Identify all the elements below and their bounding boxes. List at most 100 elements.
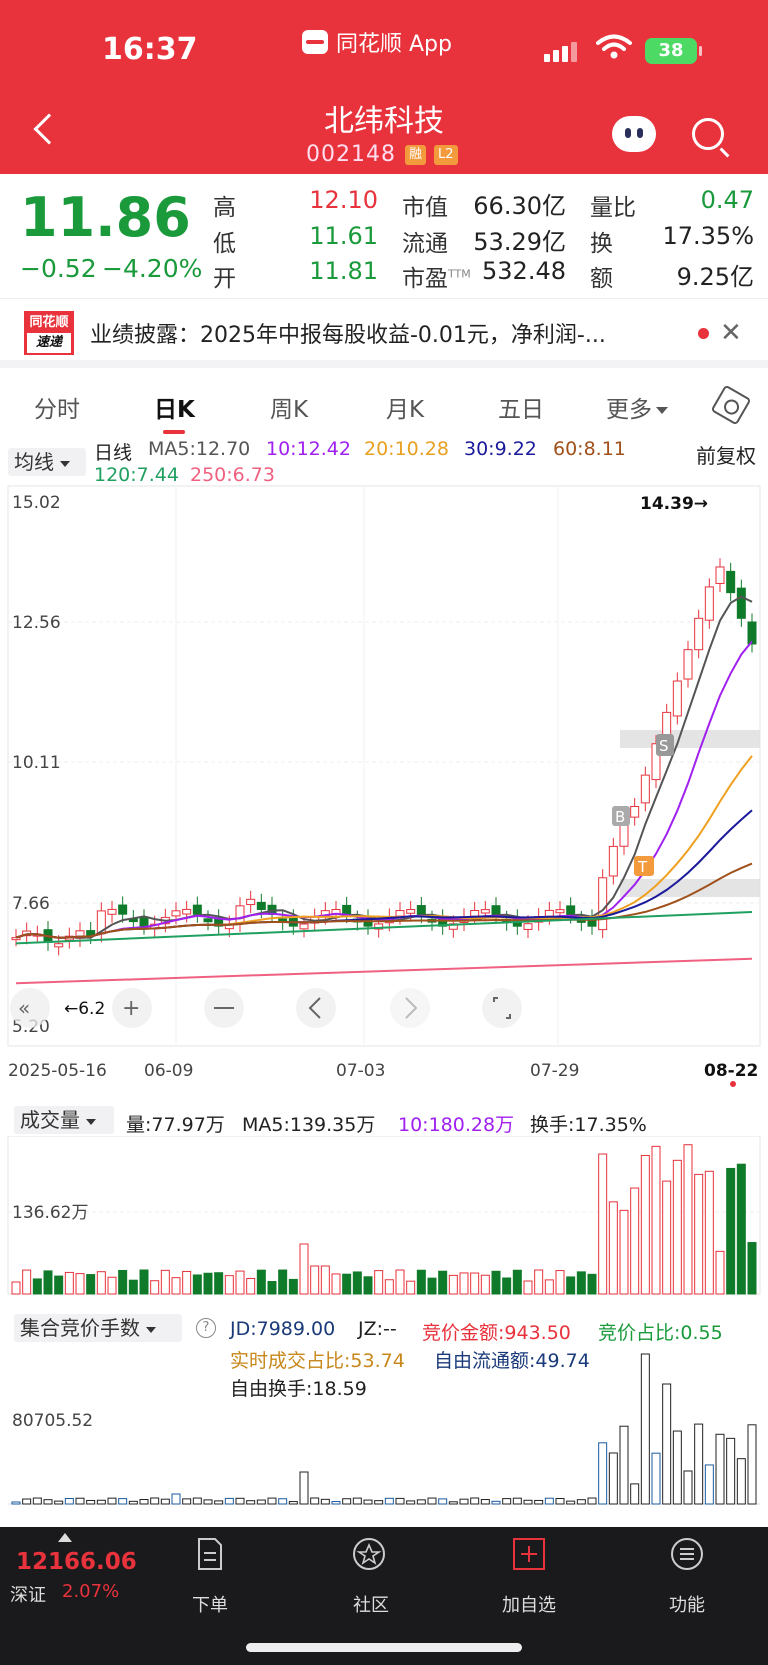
auction-bar [427,1497,437,1505]
ma60-label: 60:8.11 [553,438,626,460]
y-tick: 15.02 [12,493,61,513]
auction-bar [171,1493,181,1505]
volume-bar [726,1167,736,1295]
open-label: 开 [213,266,236,292]
volume-bar [214,1272,224,1295]
volume-bar [523,1280,533,1295]
app-logo-icon [302,30,328,54]
candle [192,904,202,915]
volume-bar [587,1273,597,1295]
candle [480,909,490,914]
tab-more[interactable]: 更多 [606,390,668,424]
add-watchlist-button[interactable]: 加自选 [474,1591,584,1617]
tab-monthly-k[interactable]: 月K [386,390,424,424]
auction-bar [491,1500,501,1505]
candle [683,649,693,680]
fullscreen-icon[interactable] [482,988,522,1028]
x-tick: 08-22 [704,1061,758,1081]
volume-select[interactable]: 成交量 [14,1106,114,1134]
volume-bar [630,1187,640,1295]
volume-turnover: 换手:17.35% [530,1114,647,1136]
price-change: −0.52 [20,254,97,283]
kline-chart[interactable]: 15.02 12.56 10.11 7.66 5.20 14.39→ ←6.2 … [0,484,768,1104]
order-button[interactable]: 下单 [155,1591,265,1617]
community-button[interactable]: 社区 [316,1591,426,1617]
volume-bar [427,1277,437,1295]
close-icon[interactable]: ✕ [720,318,742,348]
auction-bar [150,1497,160,1505]
candle [107,908,117,915]
tab-timeshare[interactable]: 分时 [34,390,80,424]
signal-icon [544,42,577,62]
auction-bar [694,1423,704,1505]
period-tabs: 分时 日K 周K 月K 五日 更多 [0,376,768,440]
scroll-left-icon[interactable] [296,988,336,1028]
help-icon[interactable]: ? [196,1318,216,1338]
add-watchlist-icon[interactable] [512,1537,546,1571]
auction-select[interactable]: 集合竞价手数 [14,1314,182,1342]
auction-bar [672,1430,682,1505]
news-ticker[interactable]: 同花顺 速递 业绩披露：2025年中报每股收益-0.01元，净利润-... [0,298,768,368]
news-text[interactable]: 业绩披露：2025年中报每股收益-0.01元，净利润-... [90,317,688,349]
auction-bar [11,1501,21,1505]
y-tick: 80705.52 [12,1411,93,1431]
community-icon[interactable] [352,1537,386,1571]
tab-weekly-k[interactable]: 周K [270,390,308,424]
auction-bar [630,1483,640,1505]
volume-ma5: MA5:139.35万 [242,1114,376,1136]
candle [736,587,746,619]
high-price-mark: 14.39→ [640,494,708,514]
adjust-select[interactable]: 前复权 [696,440,756,469]
volume-bar [160,1269,170,1295]
volume-chart[interactable]: 136.62万 [0,1136,768,1296]
indicator-select[interactable]: 均线 [8,448,86,476]
volratio-label: 量比 [590,195,636,221]
index-value[interactable]: 12166.06 [16,1549,137,1575]
candle [395,910,405,917]
candle [630,805,640,818]
menu-icon[interactable] [670,1537,704,1571]
candle [566,905,576,916]
candle [342,904,352,916]
svg-text:+: + [122,996,140,1021]
auction-bar [43,1499,53,1505]
home-indicator [246,1643,522,1652]
tab-daily-k[interactable]: 日K [154,390,195,424]
candle [406,909,416,914]
search-icon[interactable] [692,118,724,150]
candle [715,566,725,584]
mktcap-value: 66.30亿 [473,192,566,220]
auction-bar [502,1498,512,1505]
volume-bar [715,1250,725,1295]
order-icon[interactable] [193,1537,227,1571]
volume-bar [608,1201,618,1295]
quote-panel: 11.86 −0.52 −4.20% 高 低 开 12.10 11.61 11.… [0,174,768,298]
volume-bar [86,1274,96,1295]
candle [246,898,256,906]
auction-jd: JD:7989.00 [230,1318,336,1340]
volume-bar [416,1269,426,1295]
tab-five-day[interactable]: 五日 [498,390,544,424]
auction-bar [342,1498,352,1505]
candle [235,905,245,924]
auction-bar [470,1497,480,1505]
volume-bar [694,1173,704,1295]
assistant-robot-icon[interactable] [612,116,656,152]
x-tick: 07-03 [336,1061,385,1081]
auction-chart[interactable]: 80705.52 [0,1340,768,1506]
auction-bar [704,1464,714,1505]
candle [470,909,480,917]
auction-bar [395,1497,405,1505]
low-value: 11.61 [309,222,378,250]
ma20-label: 20:10.28 [364,438,449,460]
battery-icon: 38 [645,38,702,64]
chevron-down-icon [60,460,70,467]
function-button[interactable]: 功能 [632,1591,742,1617]
buy-marker-label: B [615,808,625,826]
ma10-label: 10:12.42 [266,438,351,460]
index-name: 深证 [10,1585,46,1606]
volume-bar [96,1271,106,1295]
candle [726,570,736,594]
candle [523,923,533,930]
scroll-right-icon[interactable] [390,988,430,1028]
